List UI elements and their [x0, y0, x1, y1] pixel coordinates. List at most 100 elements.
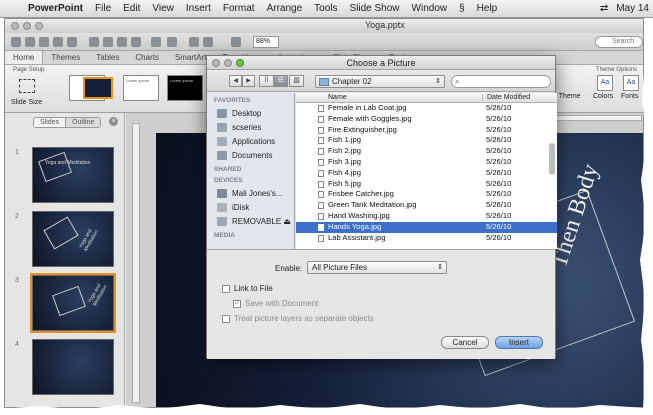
menu-slide-show[interactable]: Slide Show: [344, 3, 406, 14]
save-with-document-checkbox[interactable]: ✓: [233, 299, 241, 308]
theme-thumb-white[interactable]: Lorem ipsum: [123, 75, 159, 101]
menu-tools[interactable]: Tools: [308, 3, 343, 14]
slide-thumbnail-4[interactable]: [32, 339, 114, 395]
script-icon[interactable]: §: [453, 3, 471, 14]
colors-button[interactable]: Colors: [593, 93, 613, 100]
sidebar-item-desktop[interactable]: Desktop: [207, 106, 294, 120]
clock-date[interactable]: May 14: [616, 3, 649, 14]
tab-slides[interactable]: Slides: [34, 118, 66, 127]
file-name: Female with Goggles.jpg: [328, 113, 412, 123]
tab-home[interactable]: Home: [5, 51, 44, 64]
tab-themes[interactable]: Themes: [43, 51, 88, 64]
file-row[interactable]: Lab Assistant.jpg 5/26/10: [296, 233, 557, 244]
save-icon[interactable]: [53, 37, 63, 47]
file-row[interactable]: Female with Goggles.jpg 5/26/10: [296, 114, 557, 125]
forward-button[interactable]: ▶: [242, 75, 255, 87]
sidebar-item-computer[interactable]: Mali Jones's...: [207, 186, 294, 200]
tab-charts[interactable]: Charts: [127, 51, 167, 64]
insert-button[interactable]: Insert: [495, 336, 543, 349]
format-painter-icon[interactable]: [131, 37, 141, 47]
close-panel-icon[interactable]: ×: [109, 117, 118, 126]
new-presentation-icon[interactable]: [11, 37, 21, 47]
theme-thumb-black[interactable]: Lorem ipsum: [167, 75, 203, 101]
menu-format[interactable]: Format: [217, 3, 261, 14]
link-to-file-checkbox[interactable]: [222, 284, 230, 293]
minimize-window-button[interactable]: [23, 22, 31, 30]
search-field[interactable]: Search: [595, 36, 643, 48]
sidebar-item-documents[interactable]: Documents: [207, 148, 294, 162]
print-icon[interactable]: [67, 37, 77, 47]
undo-icon[interactable]: [151, 37, 161, 47]
image-file-icon: [318, 169, 324, 177]
close-window-button[interactable]: [11, 22, 19, 30]
link-to-file-option[interactable]: Link to File: [222, 284, 273, 293]
menu-arrange[interactable]: Arrange: [261, 3, 309, 14]
file-list-scrollbar[interactable]: [549, 143, 555, 175]
dialog-zoom-button[interactable]: [236, 59, 244, 67]
menu-help[interactable]: Help: [471, 3, 504, 14]
fonts-button[interactable]: Fonts: [621, 93, 639, 100]
drive-icon: [217, 216, 227, 226]
menu-file[interactable]: File: [89, 3, 117, 14]
file-row[interactable]: Green Tank Meditation.jpg 5/26/10: [296, 200, 557, 211]
icon-view-button[interactable]: ⠿: [259, 75, 274, 87]
redo-icon[interactable]: [167, 37, 177, 47]
dialog-minimize-button[interactable]: [224, 59, 232, 67]
dialog-search-field[interactable]: ⌕: [451, 75, 551, 88]
insert-table-icon[interactable]: [189, 37, 199, 47]
open-icon[interactable]: [39, 37, 49, 47]
cut-icon[interactable]: [89, 37, 99, 47]
tab-tables[interactable]: Tables: [88, 51, 127, 64]
list-view-button[interactable]: ☰: [273, 75, 288, 87]
sidebar-item-idisk[interactable]: iDisk: [207, 200, 294, 214]
cancel-button[interactable]: Cancel: [441, 336, 489, 349]
insert-picture-icon[interactable]: [203, 37, 213, 47]
copy-icon[interactable]: [103, 37, 113, 47]
sidebar-item-scseries[interactable]: scseries: [207, 120, 294, 134]
zoom-window-button[interactable]: [35, 22, 43, 30]
enable-dropdown[interactable]: All Picture Files ⇕: [307, 261, 447, 274]
zoom-field[interactable]: 88%: [253, 36, 279, 48]
slide-thumbnail-2[interactable]: Yoga and Meditation: [32, 211, 114, 267]
sidebar-item-applications[interactable]: Applications: [207, 134, 294, 148]
slide-thumbnail-3[interactable]: Yoga and Meditation: [30, 273, 116, 333]
dialog-close-button[interactable]: [212, 59, 220, 67]
menu-window[interactable]: Window: [406, 3, 454, 14]
column-name-header[interactable]: Name: [328, 94, 347, 101]
save-with-document-option[interactable]: ✓ Save with Document: [233, 299, 318, 308]
column-view-button[interactable]: ▥: [289, 75, 304, 87]
chevron-updown-icon: ⇕: [437, 264, 443, 271]
gallery-icon[interactable]: [231, 37, 241, 47]
file-row[interactable]: Fish 3.jpg 5/26/10: [296, 157, 557, 168]
file-row[interactable]: Female in Lab Coat.jpg 5/26/10: [296, 103, 557, 114]
input-switch-icon[interactable]: ⇄: [600, 3, 608, 14]
slide-thumbnail-1[interactable]: Yoga and Meditation: [32, 147, 114, 203]
file-row[interactable]: Fish 1.jpg 5/26/10: [296, 135, 557, 146]
menu-edit[interactable]: Edit: [117, 3, 146, 14]
treat-layers-option[interactable]: Treat picture layers as separate objects: [222, 314, 374, 323]
back-button[interactable]: ◀: [229, 75, 242, 87]
treat-layers-checkbox[interactable]: [222, 314, 230, 323]
sidebar-item-removable[interactable]: REMOVABLE ⏏: [207, 214, 294, 228]
theme-thumb-current[interactable]: [83, 77, 113, 99]
file-row[interactable]: Fire Extinguisher.jpg 5/26/10: [296, 125, 557, 136]
colors-icon[interactable]: Aa: [597, 75, 613, 91]
folder-popup[interactable]: Chapter 02 ⇕: [315, 75, 445, 88]
menu-app[interactable]: PowerPoint: [22, 3, 89, 14]
fonts-icon[interactable]: Aa: [623, 75, 639, 91]
tab-outline[interactable]: Outline: [65, 118, 101, 127]
paste-icon[interactable]: [117, 37, 127, 47]
file-row[interactable]: Fish 2.jpg 5/26/10: [296, 146, 557, 157]
slide-size-button[interactable]: Slide Size: [11, 99, 42, 106]
file-row[interactable]: Hands Yoga.jpg 5/26/10: [296, 221, 557, 233]
file-row[interactable]: Fish 5.jpg 5/26/10: [296, 179, 557, 190]
slide-size-icon[interactable]: [19, 79, 35, 93]
column-date-header[interactable]: Date Modified: [482, 94, 530, 101]
menu-insert[interactable]: Insert: [180, 3, 217, 14]
file-row[interactable]: Fish 4.jpg 5/26/10: [296, 168, 557, 179]
file-date: 5/26/10: [486, 156, 512, 166]
file-row[interactable]: Frisbee Catcher.jpg 5/26/10: [296, 189, 557, 200]
file-row[interactable]: Hand Washing.jpg 5/26/10: [296, 211, 557, 222]
menu-view[interactable]: View: [146, 3, 180, 14]
templates-icon[interactable]: [25, 37, 35, 47]
